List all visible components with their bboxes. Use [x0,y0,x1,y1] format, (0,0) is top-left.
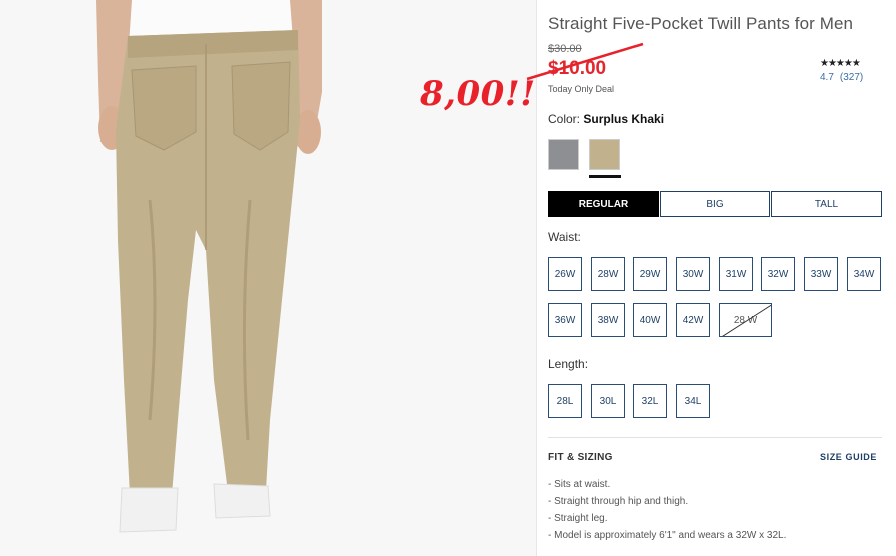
list-item: Sits at waist. [548,476,786,493]
waist-size-29w[interactable]: 29W [633,257,667,291]
unavailable-slash-icon [722,304,771,336]
waist-size-31w[interactable]: 31W [719,257,753,291]
waist-size-28w-unavailable[interactable]: 28 W [719,303,772,337]
review-count: (327) [839,72,864,83]
rating-summary[interactable]: 4.7 (327) [820,72,869,83]
fit-option-big[interactable]: BIG [660,191,770,217]
length-size-34l[interactable]: 34L [676,384,710,418]
waist-size-38w[interactable]: 38W [591,303,625,337]
color-label: Color: [548,112,581,126]
waist-size-33w[interactable]: 33W [804,257,838,291]
length-label: Length: [548,357,589,371]
waist-size-28w[interactable]: 28W [591,257,625,291]
waist-size-34w[interactable]: 34W [847,257,881,291]
waist-size-40w[interactable]: 40W [633,303,667,337]
list-item: Model is approximately 6'1" and wears a … [548,527,786,544]
length-size-28l[interactable]: 28L [548,384,582,418]
color-label-row: Color: Surplus Khaki [548,112,664,126]
original-price: $30.00 [548,43,582,55]
selected-color-name: Surplus Khaki [583,112,665,126]
waist-size-30w[interactable]: 30W [676,257,710,291]
color-swatch-gray[interactable] [548,139,579,170]
fit-option-tall[interactable]: TALL [771,191,882,217]
selected-swatch-indicator [589,175,621,178]
length-size-32l[interactable]: 32L [633,384,667,418]
vertical-divider [536,0,537,556]
waist-size-26w[interactable]: 26W [548,257,582,291]
list-item: Straight leg. [548,510,786,527]
section-divider [548,437,882,438]
rating-stars-icon[interactable]: ★★★★★ [820,58,861,69]
list-item: Straight through hip and thigh. [548,493,786,510]
waist-size-32w[interactable]: 32W [761,257,795,291]
deal-label: Today Only Deal [548,84,615,94]
size-guide-link[interactable]: SIZE GUIDE [820,452,877,462]
waist-label: Waist: [548,230,581,244]
product-details-panel: Straight Five-Pocket Twill Pants for Men… [548,0,888,556]
color-swatch-surplus-khaki[interactable] [589,139,620,170]
fit-sizing-heading[interactable]: FIT & SIZING [548,452,613,463]
sale-price: $10.00 [548,58,607,79]
handwritten-price-annotation: 8,00!! [420,74,536,114]
fit-option-regular[interactable]: REGULAR [548,191,659,217]
product-title: Straight Five-Pocket Twill Pants for Men [548,14,854,33]
waist-size-36w[interactable]: 36W [548,303,582,337]
length-size-30l[interactable]: 30L [591,384,625,418]
waist-size-42w[interactable]: 42W [676,303,710,337]
rating-value: 4.7 [820,72,834,83]
fit-details-list: Sits at waist. Straight through hip and … [548,476,786,544]
